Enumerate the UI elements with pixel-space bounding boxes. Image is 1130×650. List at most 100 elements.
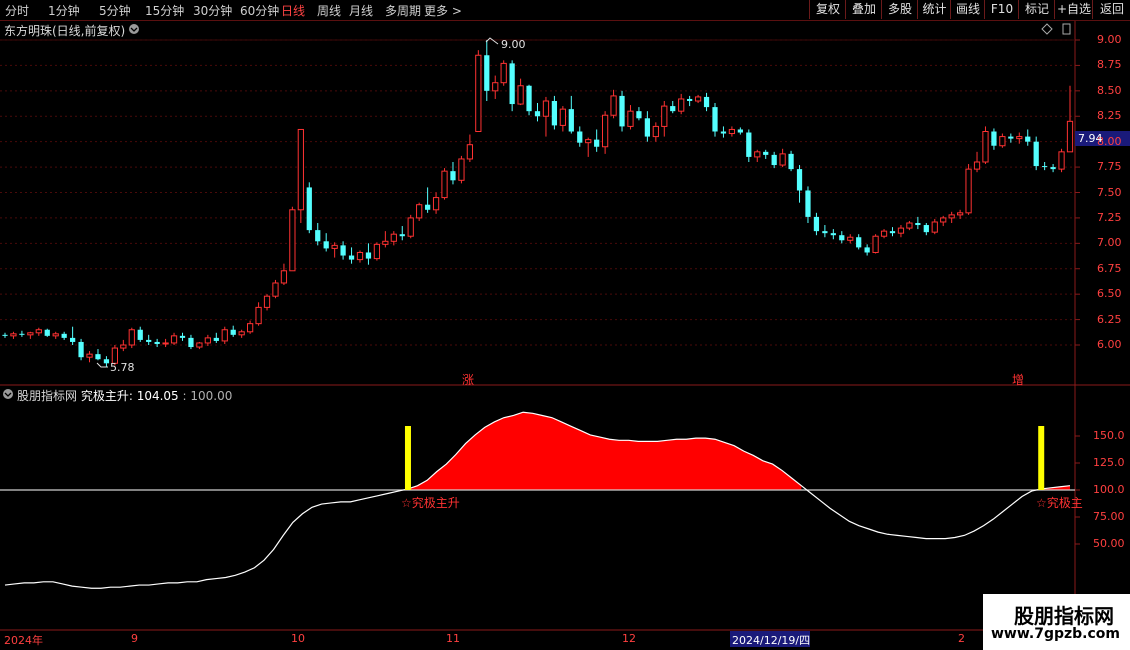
chart-canvas[interactable] xyxy=(0,0,1130,650)
candle-body-up xyxy=(170,335,178,344)
chevron-down-icon[interactable] xyxy=(129,24,139,34)
candle-body-up xyxy=(238,331,245,336)
candle-body-up xyxy=(263,295,271,308)
candle-body-down xyxy=(399,234,405,237)
candle-body-down xyxy=(69,337,76,342)
candle-body-down xyxy=(509,63,515,105)
candle-body-down xyxy=(889,231,896,234)
candle-body-down xyxy=(213,337,219,341)
candle-body-up xyxy=(779,153,786,166)
price-tick-label: 6.50 xyxy=(1097,287,1122,301)
candle-body-down xyxy=(348,255,355,260)
candle-body-up xyxy=(585,139,592,144)
candle-body-down xyxy=(534,111,541,117)
candle-body-down xyxy=(78,341,84,358)
indicator-tick-label: 125.0 xyxy=(1093,456,1125,469)
candle-body-down xyxy=(763,151,769,155)
price-tick-label: 6.00 xyxy=(1097,338,1122,351)
candle-body-down xyxy=(365,252,372,259)
candle-body-down xyxy=(796,169,803,191)
candle-body-down xyxy=(720,131,727,134)
candle-body-up xyxy=(204,337,211,344)
candle-body-up xyxy=(162,342,169,345)
candle-body-up xyxy=(897,227,905,234)
candle-body-up xyxy=(517,85,524,105)
settings-diamond-icon[interactable] xyxy=(1041,23,1053,35)
candle-body-down xyxy=(95,354,101,360)
candle-body-down xyxy=(526,85,532,112)
indicator-menu-icon[interactable] xyxy=(3,389,13,399)
candle-body-up xyxy=(52,333,59,337)
high-marker xyxy=(485,37,499,45)
date-cursor-label: 2024/12/19/四 xyxy=(732,634,811,647)
candle-body-up xyxy=(652,125,659,138)
candle-body-up xyxy=(500,62,507,84)
price-tick-label: 7.00 xyxy=(1097,236,1122,250)
candle-body-up xyxy=(416,204,423,219)
candle-body-down xyxy=(179,335,186,338)
date-label-feb: 2 xyxy=(958,632,965,645)
candle-body-down xyxy=(991,131,997,146)
candle-body-down xyxy=(830,233,836,236)
price-tick-label: 6.75 xyxy=(1097,261,1122,275)
candle-body-down xyxy=(1025,136,1031,142)
signal-bar xyxy=(404,426,411,490)
candle-body-up xyxy=(1058,151,1065,170)
price-tick-label: 8.50 xyxy=(1097,83,1122,97)
candle-body-up xyxy=(297,128,304,211)
indicator-fill-area xyxy=(407,412,802,490)
signal-label-2: ☆究极主 xyxy=(1036,496,1083,510)
watermark-url: www.7gpzb.com xyxy=(991,626,1121,642)
candle-body-down xyxy=(822,231,828,234)
indicator-ref-value: : 100.00 xyxy=(182,389,233,403)
date-label-sep: 9 xyxy=(131,632,138,645)
candle-body-up xyxy=(458,158,465,181)
candle-body-up xyxy=(221,329,228,342)
candle-body-down xyxy=(230,329,236,335)
candle-body-down xyxy=(856,237,862,248)
date-label-nov: 11 xyxy=(446,632,460,645)
candle-body-down xyxy=(594,139,600,147)
candle-body-up xyxy=(973,161,981,170)
candle-body-down xyxy=(1033,141,1039,167)
candle-body-up xyxy=(906,222,913,229)
candle-body-up xyxy=(407,217,414,237)
candle-body-down xyxy=(315,230,321,242)
candle-body-down xyxy=(188,337,194,348)
candle-body-up xyxy=(492,82,499,92)
indicator-tick-label: 50.00 xyxy=(1093,537,1125,550)
price-tick-label: 7.25 xyxy=(1097,210,1122,224)
candle-body-up xyxy=(432,197,440,211)
high-price-label: 9.00 xyxy=(501,38,526,51)
price-tick-label: 7.50 xyxy=(1097,185,1122,199)
candle-body-down xyxy=(19,333,25,335)
indicator-series xyxy=(0,411,1080,589)
candle-body-up xyxy=(441,170,448,199)
candle-body-down xyxy=(746,132,752,157)
candle-body-up xyxy=(289,209,296,272)
candle-body-down xyxy=(137,329,143,340)
panel-toggle-icon[interactable] xyxy=(1062,23,1071,35)
candle-body-up xyxy=(940,217,947,223)
candle-body-down xyxy=(1050,167,1056,170)
candle-body-up xyxy=(661,105,668,127)
candle-body-down xyxy=(340,245,346,256)
indicator-tick-label: 75.00 xyxy=(1093,510,1125,523)
candle-body-down xyxy=(103,359,110,364)
candle-body-up xyxy=(10,333,17,337)
candle-body-up xyxy=(246,323,254,333)
candle-body-down xyxy=(619,95,625,127)
candle-body-up xyxy=(610,95,617,116)
stock-title[interactable]: 东方明珠(日线,前复权) xyxy=(4,22,125,39)
candle-body-up xyxy=(931,221,938,233)
candle-body-up xyxy=(356,251,364,261)
candle-body-up xyxy=(754,151,761,158)
candle-body-up xyxy=(965,168,972,214)
candle-body-down xyxy=(2,334,8,336)
candle-body-up xyxy=(280,270,288,284)
candle-body-down xyxy=(44,329,50,336)
candle-body-down xyxy=(323,241,329,249)
candle-body-down xyxy=(636,111,642,119)
candle-body-down xyxy=(568,109,574,132)
date-label-dec: 12 xyxy=(622,632,636,645)
